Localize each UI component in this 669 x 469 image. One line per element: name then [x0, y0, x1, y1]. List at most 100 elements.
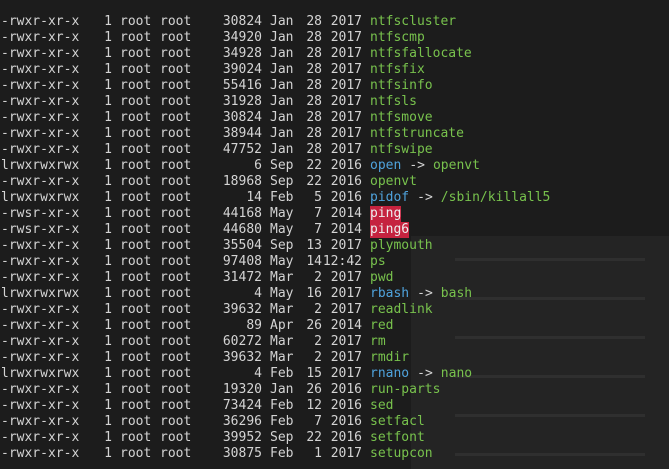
group: root	[160, 30, 192, 45]
group: root	[160, 78, 192, 93]
listing-row: -rwxr-xr-x 1 root root 30824 Jan 28 2017 ntfsclu…	[1, 14, 550, 30]
permissions: -rwxr-xr-x	[1, 270, 80, 285]
owner: root	[120, 222, 152, 237]
permissions: -rwxr-xr-x	[1, 318, 80, 333]
permissions: lrwxrwxrwx	[1, 158, 80, 173]
link-count: 1	[104, 398, 112, 413]
date-day: 28	[306, 30, 322, 45]
link-count: 1	[104, 14, 112, 29]
file-size: 55416	[222, 78, 262, 93]
listing-row: -rwxr-xr-x 1 root root 39632 Mar 2 2017 rmdir	[1, 350, 550, 366]
owner: root	[120, 430, 152, 445]
owner: root	[120, 46, 152, 61]
file-size: 39632	[222, 350, 262, 365]
owner: root	[120, 126, 152, 141]
date-time: 2017	[330, 270, 362, 285]
date-month: Jan	[270, 46, 294, 61]
file-size: 19320	[222, 382, 262, 397]
date-day: 12	[306, 398, 322, 413]
group: root	[160, 238, 192, 253]
date-time: 2014	[330, 206, 362, 221]
owner: root	[120, 334, 152, 349]
link-count: 1	[104, 318, 112, 333]
symlink-target: nano	[440, 366, 473, 381]
symlink-arrow: ->	[417, 366, 433, 381]
date-month: Jan	[270, 126, 294, 141]
date-time: 2017	[330, 446, 362, 461]
file-name: ping6	[370, 222, 410, 238]
date-time: 2016	[330, 158, 362, 173]
owner: root	[120, 14, 152, 29]
link-count: 1	[104, 446, 112, 461]
group: root	[160, 206, 192, 221]
date-time: 2017	[330, 14, 362, 29]
permissions: -rwxr-xr-x	[1, 110, 80, 125]
listing-row: -rwxr-xr-x 1 root root 73424 Feb 12 2016 sed	[1, 398, 550, 414]
owner: root	[120, 78, 152, 93]
group: root	[160, 126, 192, 141]
date-month: Feb	[270, 366, 294, 381]
date-day: 2	[314, 270, 322, 285]
date-day: 28	[306, 110, 322, 125]
date-day: 28	[306, 78, 322, 93]
listing-row: -rwxr-xr-x 1 root root 30824 Jan 28 2017 ntfsmov…	[1, 110, 550, 126]
symlink-arrow: ->	[417, 286, 433, 301]
owner: root	[120, 30, 152, 45]
file-name: setupcon	[370, 446, 433, 461]
file-name: openvt	[370, 174, 417, 189]
group: root	[160, 446, 192, 461]
date-day: 5	[314, 190, 322, 205]
group: root	[160, 158, 192, 173]
date-day: 2	[314, 350, 322, 365]
link-count: 1	[104, 30, 112, 45]
date-day: 28	[306, 142, 322, 157]
date-day: 14	[306, 254, 322, 269]
symlink-target: bash	[440, 286, 473, 301]
file-name: ntfsfix	[370, 62, 425, 77]
listing-row: -rwxr-xr-x 1 root root 19320 Jan 26 2016 run-par…	[1, 382, 550, 398]
listing-row: -rwxr-xr-x 1 root root 34928 Jan 28 2017 ntfsfal…	[1, 46, 550, 62]
group: root	[160, 318, 192, 333]
date-day: 28	[306, 46, 322, 61]
owner: root	[120, 174, 152, 189]
link-count: 1	[104, 78, 112, 93]
symlink-name: rnano	[370, 366, 410, 381]
date-day: 1	[314, 446, 322, 461]
date-day: 26	[306, 382, 322, 397]
symlink-name: pidof	[370, 190, 410, 205]
file-size: 4	[254, 286, 262, 301]
date-time: 2017	[330, 142, 362, 157]
file-size: 36296	[222, 414, 262, 429]
file-size: 31472	[222, 270, 262, 285]
owner: root	[120, 254, 152, 269]
link-count: 1	[104, 62, 112, 77]
group: root	[160, 366, 192, 381]
listing-row: lrwxrwxrwx 1 root root 4 Feb 15 2017 rnano -> nano	[1, 366, 550, 382]
date-day: 7	[314, 222, 322, 237]
date-time: 2017	[330, 62, 362, 77]
date-month: Sep	[270, 430, 294, 445]
owner: root	[120, 62, 152, 77]
listing-row: -rwxr-xr-x 1 root root 30875 Feb 1 2017 setupcon	[1, 446, 550, 462]
listing-row: -rwxr-xr-x 1 root root 55416 Jan 28 2017 ntfsinf…	[1, 78, 550, 94]
group: root	[160, 174, 192, 189]
symlink-arrow: ->	[409, 158, 425, 173]
date-time: 2016	[330, 398, 362, 413]
date-month: Mar	[270, 302, 294, 317]
permissions: lrwxrwxrwx	[1, 190, 80, 205]
link-count: 1	[104, 94, 112, 109]
permissions: -rwxr-xr-x	[1, 94, 80, 109]
permissions: -rwxr-xr-x	[1, 14, 80, 29]
terminal-window[interactable]: -rwxr-xr-x 1 root root 30824 Jan 28 2017 ntfsclu…	[0, 0, 669, 469]
date-day: 22	[306, 430, 322, 445]
file-size: 44168	[222, 206, 262, 221]
owner: root	[120, 318, 152, 333]
date-day: 2	[314, 302, 322, 317]
date-time: 12:42	[322, 254, 362, 269]
link-count: 1	[104, 142, 112, 157]
permissions: -rwxr-xr-x	[1, 254, 80, 269]
listing-row: -rwxr-xr-x 1 root root 39024 Jan 28 2017 ntfsfix	[1, 62, 550, 78]
date-day: 7	[314, 206, 322, 221]
file-size: 31928	[222, 94, 262, 109]
permissions: -rwxr-xr-x	[1, 334, 80, 349]
